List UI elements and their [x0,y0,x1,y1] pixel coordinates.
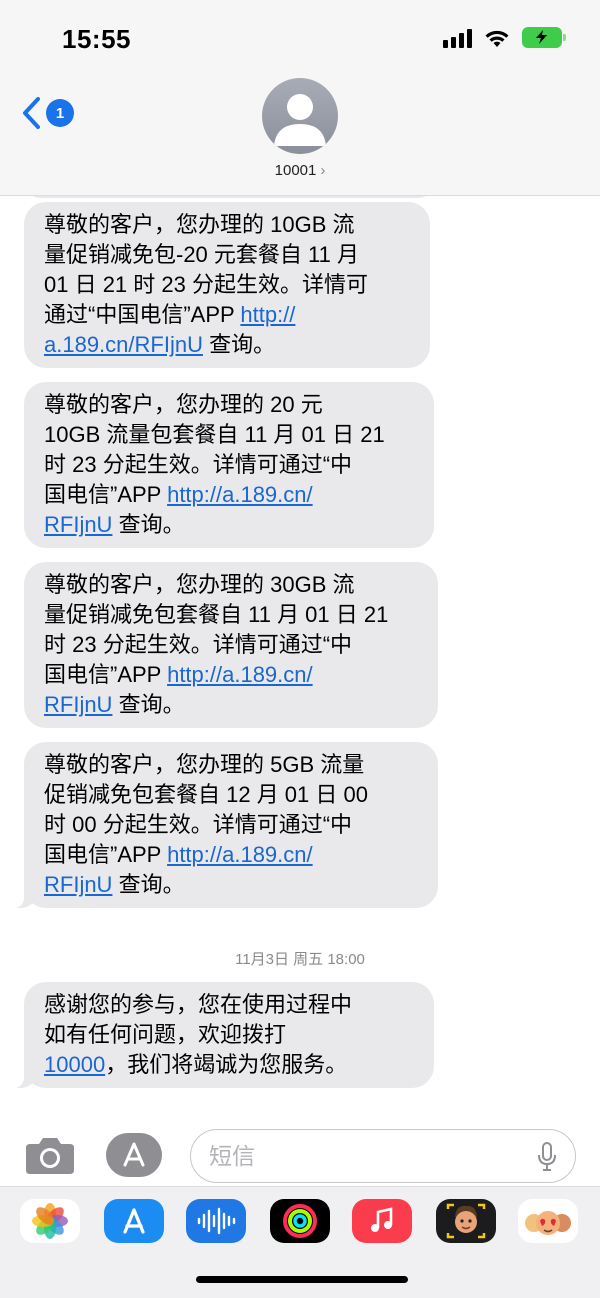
message-bubble[interactable]: 尊敬的客户，您办理的 20 元 10GB 流量包套餐自 11 月 01 日 21… [24,382,434,548]
message-line: 尊敬的客户，您办理的 10GB 流 [44,212,355,237]
message-line: 感谢您的参与，您在使用过程中 [44,992,353,1017]
battery-charging-icon [522,27,566,48]
message-line: 如有任何问题，欢迎拨打 [44,1022,287,1047]
message-line: 查询。 [112,872,185,897]
memoji-icon [446,1203,486,1239]
memoji-app-button[interactable] [436,1199,496,1243]
camera-button[interactable] [24,1134,76,1176]
message-line: 10GB 流量包套餐自 11 月 01 日 21 [44,422,385,447]
photos-app-button[interactable] [20,1199,80,1243]
message-bubble[interactable]: 尊敬的客户，您办理的 30GB 流 量促销减免包套餐自 11 月 01 日 21… [24,562,438,728]
message-input-container[interactable] [190,1129,576,1183]
home-indicator[interactable] [196,1276,408,1283]
message-line: 国电信”APP [44,482,168,507]
activity-app-button[interactable] [270,1199,330,1243]
audio-message-app-button[interactable] [186,1199,246,1243]
app-store-app-button[interactable] [104,1199,164,1243]
message-bubble[interactable]: 尊敬的客户，您办理的 10GB 流 量促销减免包-20 元套餐自 11 月 01… [24,202,430,368]
contact-name: 10001 [274,162,317,179]
message-line: 时 00 分起生效。详情可通过“中 [44,812,353,837]
message-timestamp: 11月3日 周五 18:00 [235,951,365,968]
person-icon [274,94,326,146]
message-link[interactable]: http://a.189.cn/ [167,662,313,687]
camera-icon [26,1138,74,1174]
message-line: 国电信”APP [44,662,168,687]
message-line: 尊敬的客户，您办理的 20 元 [44,392,323,417]
message-bubble-partial [24,196,434,198]
message-line: 时 23 分起生效。详情可通过“中 [44,452,353,477]
message-link[interactable]: RFIjnU [44,872,112,897]
chevron-right-icon: › [320,162,326,179]
memoji-group-icon [525,1211,571,1235]
chevron-left-icon [23,97,40,129]
photos-icon [32,1203,68,1239]
message-link[interactable]: http://a.189.cn/ [167,842,313,867]
message-line: 量促销减免包套餐自 11 月 01 日 21 [44,602,389,627]
message-bubble[interactable]: 尊敬的客户，您办理的 5GB 流量 促销减免包套餐自 12 月 01 日 00 … [12,742,438,908]
message-line: 时 23 分起生效。详情可通过“中 [44,632,353,657]
message-input[interactable] [209,1140,509,1172]
phone-link[interactable]: 10000 [44,1052,105,1077]
audio-message-icon [197,1207,236,1235]
activity-icon [283,1204,317,1238]
message-link[interactable]: http:// [240,302,295,327]
message-link[interactable]: RFIjnU [44,512,112,537]
app-store-icon [123,1208,145,1234]
app-store-icon [123,1142,145,1167]
message-link[interactable]: a.189.cn/RFIjnU [44,332,203,357]
message-line: 尊敬的客户，您办理的 5GB 流量 [44,752,365,777]
app-store-button[interactable] [106,1133,162,1177]
cellular-signal-icon [443,28,472,48]
microphone-icon[interactable] [537,1142,557,1172]
message-line: 查询。 [202,332,276,357]
status-icons [443,27,566,48]
message-line: 通过“中国电信”APP [44,302,241,327]
message-link[interactable]: RFIjnU [44,692,112,717]
message-line: 尊敬的客户，您办理的 30GB 流 [44,572,355,597]
conversation-header: 15:55 1 10001 › [0,0,600,196]
memoji-stickers-app-button[interactable] [518,1199,578,1243]
message-line: 国电信”APP [44,842,168,867]
message-list[interactable]: 尊敬的客户，您办理的 10GB 流 量促销减免包-20 元套餐自 11 月 01… [0,196,600,1110]
message-line: 量促销减免包-20 元套餐自 11 月 [44,242,359,267]
music-app-button[interactable] [352,1199,412,1243]
message-line: 查询。 [112,512,185,537]
back-button[interactable]: 1 [22,96,74,130]
message-link[interactable]: http://a.189.cn/ [167,482,313,507]
music-icon [371,1207,393,1232]
message-bubble[interactable]: 感谢您的参与，您在使用过程中 如有任何问题，欢迎拨打 10000，我们将竭诚为您… [12,982,434,1088]
unread-badge: 1 [46,99,74,127]
wifi-icon [485,30,509,47]
message-line: 促销减免包套餐自 12 月 01 日 00 [44,782,368,807]
message-line: ，我们将竭诚为您服务。 [105,1052,348,1077]
status-time: 15:55 [62,24,131,54]
contact-name-button[interactable]: 10001 › [0,162,600,179]
message-line: 01 日 21 时 23 分起生效。详情可 [44,272,368,297]
message-line: 查询。 [112,692,185,717]
contact-avatar[interactable] [262,78,338,154]
